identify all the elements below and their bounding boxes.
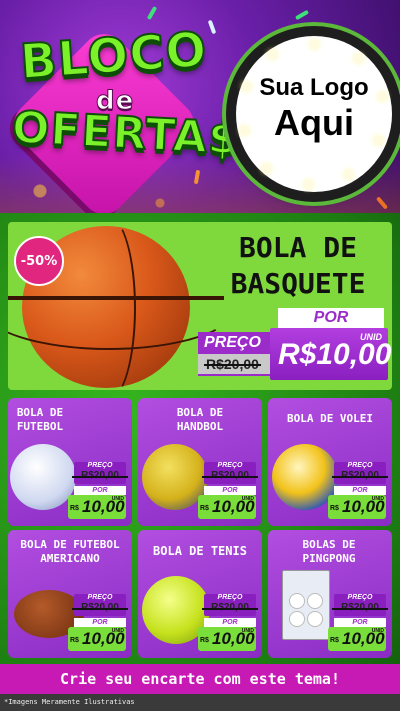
product-name: BOLA DE VOLEI [286, 412, 374, 425]
product-price-label: PREÇO [347, 462, 373, 469]
product-old-price: R$20,00 [332, 602, 388, 613]
hero-price-label: PREÇO [204, 334, 261, 351]
product-price-label: PREÇO [217, 594, 243, 601]
product-por-label: POR [204, 486, 256, 495]
product-card[interactable]: BOLAS DE PINGPONG PREÇO R$20,00 POR R$ 1… [268, 530, 392, 658]
bulb-decoration [344, 170, 353, 179]
title-bloco: BLOCO [17, 21, 210, 92]
logo-placeholder-line1: Sua Logo [259, 74, 369, 101]
confetti-decoration [207, 19, 217, 35]
flyer-page: BLOCO de OFERTA$ Sua Logo Aqui -50% BOLA… [0, 0, 400, 711]
bulb-decoration [268, 50, 277, 59]
product-unit-label: UNID [111, 496, 124, 502]
hero-old-price-box: PREÇO R$20,00 [198, 332, 270, 376]
product-new-price-box: R$ 10,00 UNID [68, 627, 126, 651]
hero-title-line2: BASQUETE [230, 267, 366, 300]
product-new-price-box: R$ 10,00 UNID [198, 627, 256, 651]
product-new-price-box: R$ 10,00 UNID [68, 495, 126, 519]
product-old-price: R$20,00 [72, 602, 128, 613]
product-currency: R$ [330, 637, 339, 644]
product-old-price: R$20,00 [202, 470, 258, 481]
product-por-label: POR [204, 618, 256, 627]
product-new-price-box: R$ 10,00 UNID [328, 627, 386, 651]
product-card[interactable]: BOLA DE FUTEBOL AMERICANO PREÇO R$20,00 … [8, 530, 132, 658]
confetti-decoration [146, 5, 158, 21]
hero-product-card[interactable]: -50% BOLA DE BASQUETE POR PREÇO R$20,00 … [8, 222, 392, 390]
bulb-decoration [354, 54, 363, 63]
product-currency: R$ [200, 505, 209, 512]
product-old-price: R$20,00 [202, 602, 258, 613]
product-name: BOLA DE FUTEBOL AMERICANO [20, 538, 120, 565]
product-old-price-box: PREÇO R$20,00 [332, 462, 388, 484]
product-name: BOLA DE HANDBOL [176, 406, 224, 433]
pingpong-ball [289, 611, 305, 627]
product-name: BOLAS DE PINGPONG [302, 538, 356, 565]
ball-seam [82, 222, 136, 390]
product-old-price-box: PREÇO R$20,00 [72, 594, 128, 616]
pingpong-ball [307, 611, 323, 627]
product-price-label: PREÇO [87, 462, 113, 469]
hero-por-label: POR [278, 308, 384, 328]
product-currency: R$ [70, 505, 79, 512]
product-por-label: POR [74, 486, 126, 495]
logo-placeholder-ring[interactable]: Sua Logo Aqui [236, 36, 392, 192]
product-card[interactable]: BOLA DE VOLEI PREÇO R$20,00 POR R$ 10,00… [268, 398, 392, 526]
ball-seam [8, 296, 224, 300]
discount-badge: -50% [14, 236, 64, 286]
disclaimer-text: *Imagens Meramente Ilustrativas [0, 694, 400, 711]
bulb-decoration [304, 180, 313, 189]
product-card[interactable]: BOLA DE FUTEBOL PREÇO R$20,00 POR R$ 10,… [8, 398, 132, 526]
product-old-price-box: PREÇO R$20,00 [332, 594, 388, 616]
product-price-label: PREÇO [347, 594, 373, 601]
confetti-decoration [294, 9, 310, 21]
bulb-decoration [310, 40, 319, 49]
hero-title-line1: BOLA DE [238, 231, 357, 264]
product-old-price-box: PREÇO R$20,00 [202, 594, 258, 616]
product-unit-label: UNID [241, 496, 254, 502]
product-new-price-box: R$ 10,00 UNID [328, 495, 386, 519]
product-unit-label: UNID [241, 628, 254, 634]
product-por-label: POR [334, 618, 386, 627]
product-currency: R$ [200, 637, 209, 644]
product-card[interactable]: BOLA DE HANDBOL PREÇO R$20,00 POR R$ 10,… [138, 398, 262, 526]
pingpong-ball [289, 593, 305, 609]
product-old-price-box: PREÇO R$20,00 [202, 462, 258, 484]
product-old-price: R$20,00 [72, 470, 128, 481]
hero-title: BOLA DE BASQUETE [208, 230, 388, 302]
hero-new-price-box: UNID R$10,00 [270, 328, 392, 380]
cta-button[interactable]: Crie seu encarte com este tema! [0, 664, 400, 694]
pingpong-ball [307, 593, 323, 609]
product-por-label: POR [334, 486, 386, 495]
bulb-decoration [262, 164, 271, 173]
product-currency: R$ [330, 505, 339, 512]
product-unit-label: UNID [371, 628, 384, 634]
product-old-price: R$20,00 [332, 470, 388, 481]
product-unit-label: UNID [371, 496, 384, 502]
product-name: BOLA DE FUTEBOL [16, 406, 64, 433]
product-price-label: PREÇO [87, 594, 113, 601]
product-name: BOLA DE TENIS [153, 544, 247, 558]
pingpong-pack-image [282, 570, 330, 640]
hero-old-price: R$20,00 [204, 356, 261, 372]
product-price-label: PREÇO [217, 462, 243, 469]
header-banner: BLOCO de OFERTA$ Sua Logo Aqui [0, 0, 400, 215]
product-old-price-box: PREÇO R$20,00 [72, 462, 128, 484]
product-new-price-box: R$ 10,00 UNID [198, 495, 256, 519]
product-card[interactable]: BOLA DE TENIS PREÇO R$20,00 POR R$ 10,00… [138, 530, 262, 658]
hero-new-price: R$10,00 [278, 338, 392, 371]
product-currency: R$ [70, 637, 79, 644]
product-por-label: POR [74, 618, 126, 627]
product-unit-label: UNID [111, 628, 124, 634]
soccer-ball-image [10, 444, 76, 510]
logo-placeholder-line2: Aqui [274, 102, 354, 143]
